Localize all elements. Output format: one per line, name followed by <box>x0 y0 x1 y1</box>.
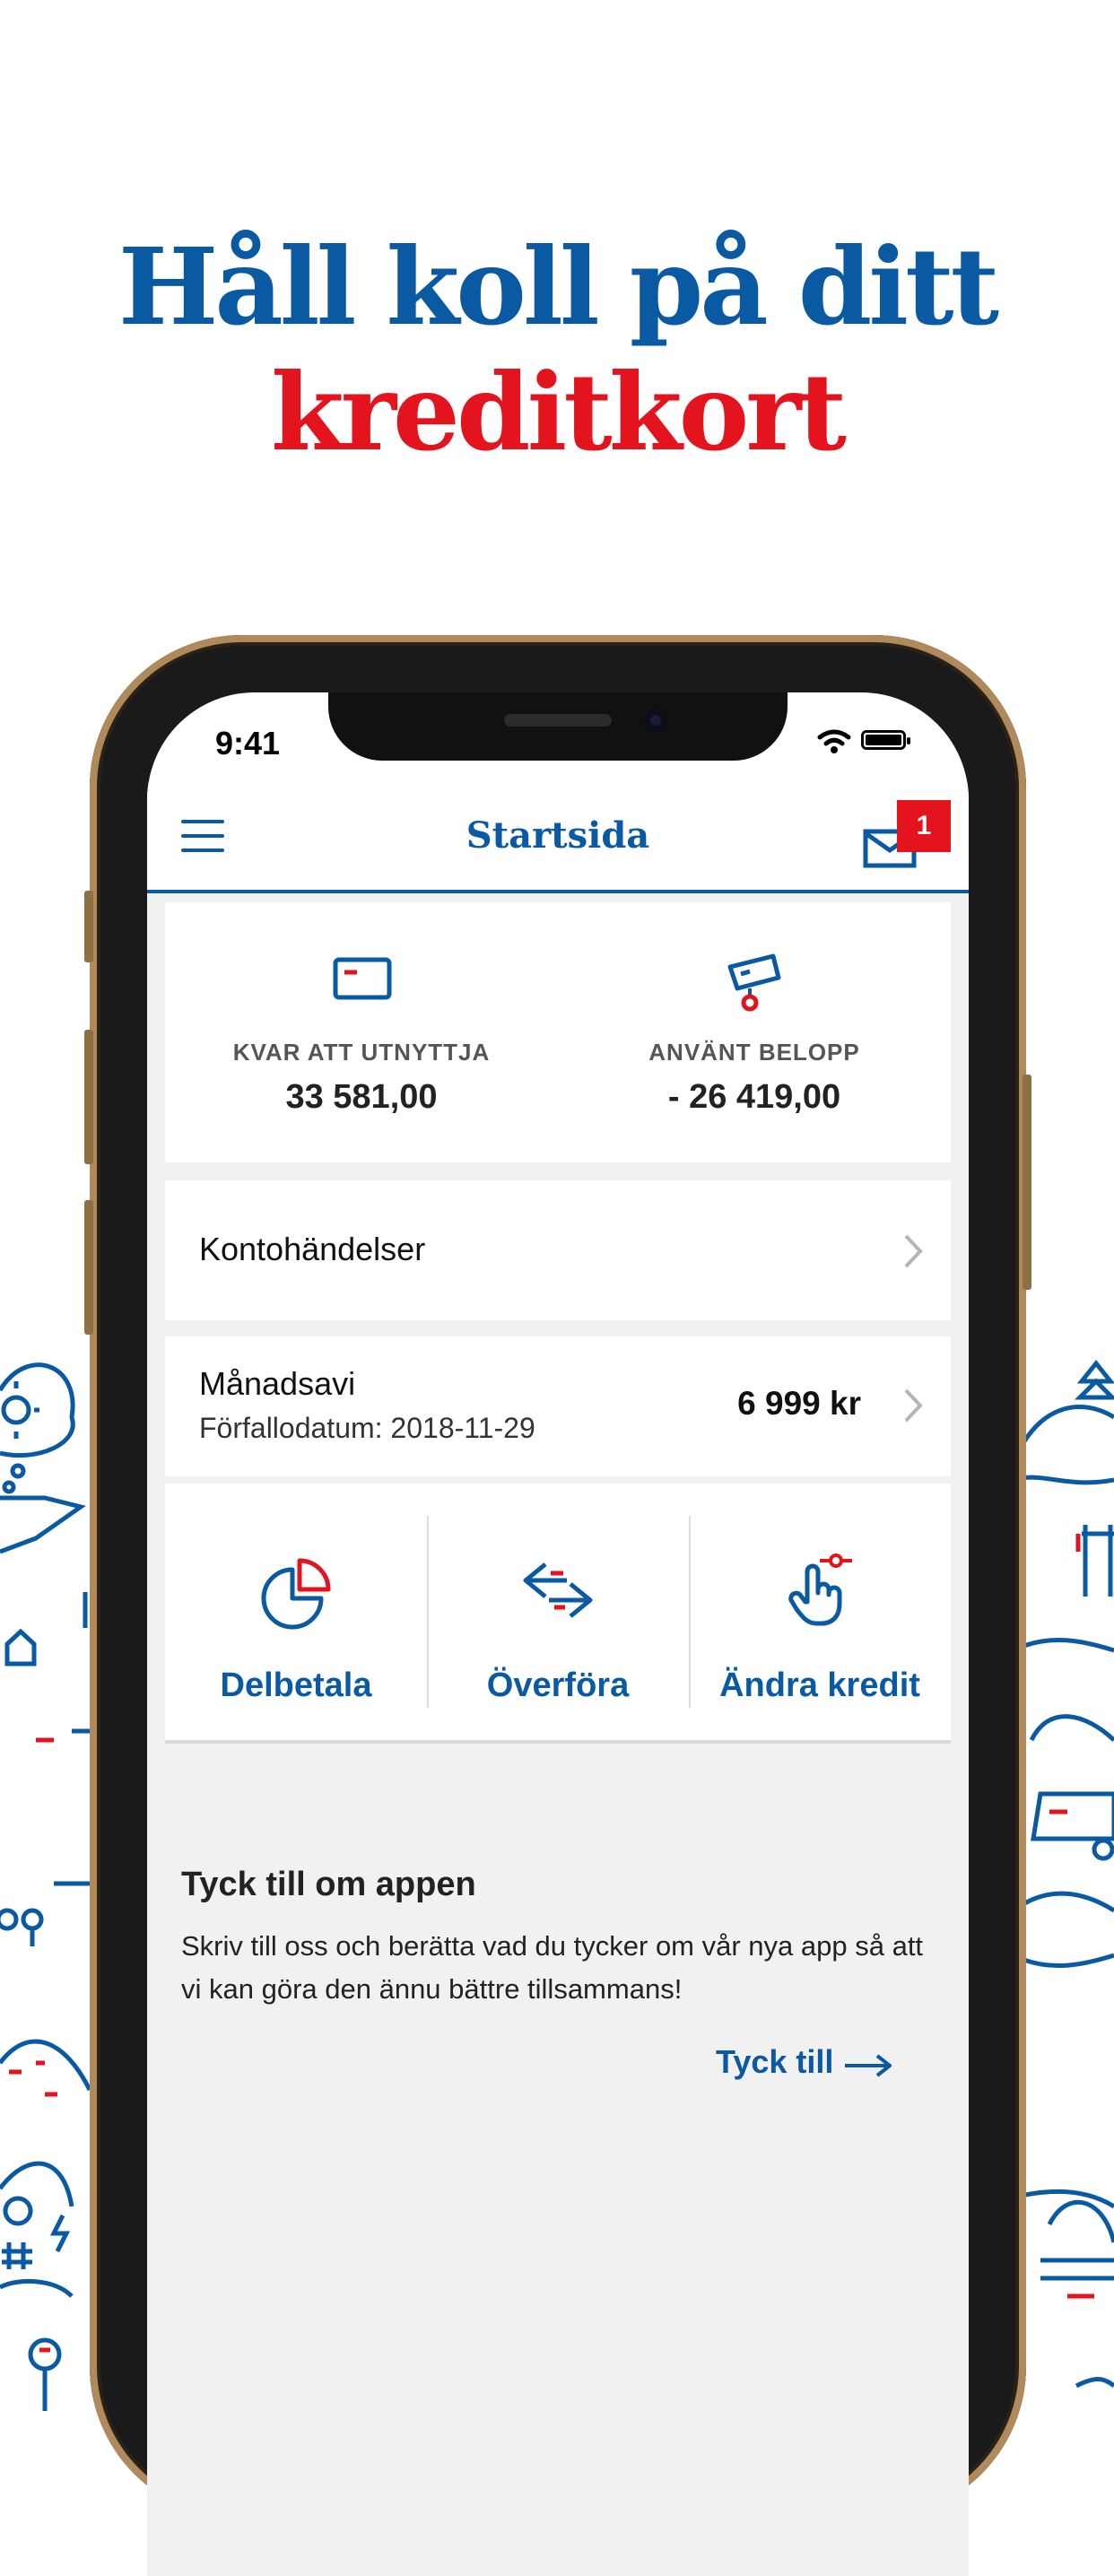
status-time: 9:41 <box>215 725 281 761</box>
mail-badge: 1 <box>897 800 951 852</box>
app-screen: 9:41 Startsida 1 KVAR ATT UTNYTTJA 33 58… <box>147 692 969 2576</box>
chevron-right-icon <box>904 1234 923 1268</box>
cards-icon <box>727 953 781 1012</box>
decorative-illustration-right <box>1014 1359 1114 2389</box>
available-balance: KVAR ATT UTNYTTJA 33 581,00 <box>165 902 558 1162</box>
chevron-right-icon <box>904 1388 923 1423</box>
phone-volume-down <box>84 1200 93 1335</box>
statement-amount: 6 999 kr <box>737 1385 861 1422</box>
wifi-icon <box>817 729 851 753</box>
arrow-right-icon[interactable] <box>843 2054 893 2077</box>
pie-chart-icon <box>261 1558 331 1630</box>
phone-volume-up <box>84 1030 93 1164</box>
transfer-button[interactable]: Överföra <box>427 1484 689 1740</box>
monthly-statement-title: Månadsavi <box>199 1365 356 1402</box>
account-events-row[interactable]: Kontohändelser <box>165 1180 951 1320</box>
account-events-label: Kontohändelser <box>199 1231 426 1267</box>
available-value: 33 581,00 <box>285 1078 438 1116</box>
monthly-statement-row[interactable]: Månadsavi Förfallodatum: 2018-11-29 6 99… <box>165 1336 951 1476</box>
feedback-text: Skriv till oss och berätta vad du tycker… <box>181 1930 924 2005</box>
change-credit-button[interactable]: Ändra kredit <box>689 1484 951 1740</box>
front-camera <box>644 709 667 732</box>
page-title: Startsida <box>466 814 650 857</box>
installment-label: Delbetala <box>220 1667 372 1704</box>
installment-button[interactable]: Delbetala <box>165 1484 427 1740</box>
due-date: Förfallodatum: 2018-11-29 <box>199 1412 535 1444</box>
transfer-label: Överföra <box>486 1667 630 1704</box>
quick-actions-card: Delbetala Överföra Ändra kredit <box>165 1484 951 1744</box>
change-credit-label: Ändra kredit <box>719 1667 920 1704</box>
phone-side-button <box>84 891 93 962</box>
balance-summary-card: KVAR ATT UTNYTTJA 33 581,00 ANVÄNT BELOP… <box>165 902 951 1162</box>
decorative-illustration-left <box>0 1362 99 2411</box>
notch <box>328 692 788 761</box>
headline-line2: kreditkort <box>271 350 847 474</box>
phone-power-button <box>1023 1075 1031 1290</box>
main-content: KVAR ATT UTNYTTJA 33 581,00 ANVÄNT BELOP… <box>147 893 969 2576</box>
used-value: - 26 419,00 <box>667 1078 841 1116</box>
feedback-title: Tyck till om appen <box>181 1866 476 1903</box>
battery-icon <box>861 730 910 750</box>
headline-line1: Håll koll på ditt <box>117 224 999 349</box>
speaker <box>504 714 612 727</box>
headline: Håll koll på ditt kreditkort <box>0 224 1114 475</box>
used-label: ANVÄNT BELOPP <box>648 1039 860 1066</box>
feedback-link[interactable]: Tyck till <box>716 2043 833 2081</box>
hand-slider-icon <box>788 1553 852 1626</box>
used-amount: ANVÄNT BELOPP - 26 419,00 <box>558 902 951 1162</box>
credit-card-icon <box>333 957 392 1000</box>
transfer-arrows-icon <box>523 1562 593 1618</box>
available-label: KVAR ATT UTNYTTJA <box>232 1039 491 1066</box>
phone-frame: 9:41 Startsida 1 KVAR ATT UTNYTTJA 33 58… <box>84 635 1031 2576</box>
app-bar: Startsida 1 <box>147 782 969 893</box>
